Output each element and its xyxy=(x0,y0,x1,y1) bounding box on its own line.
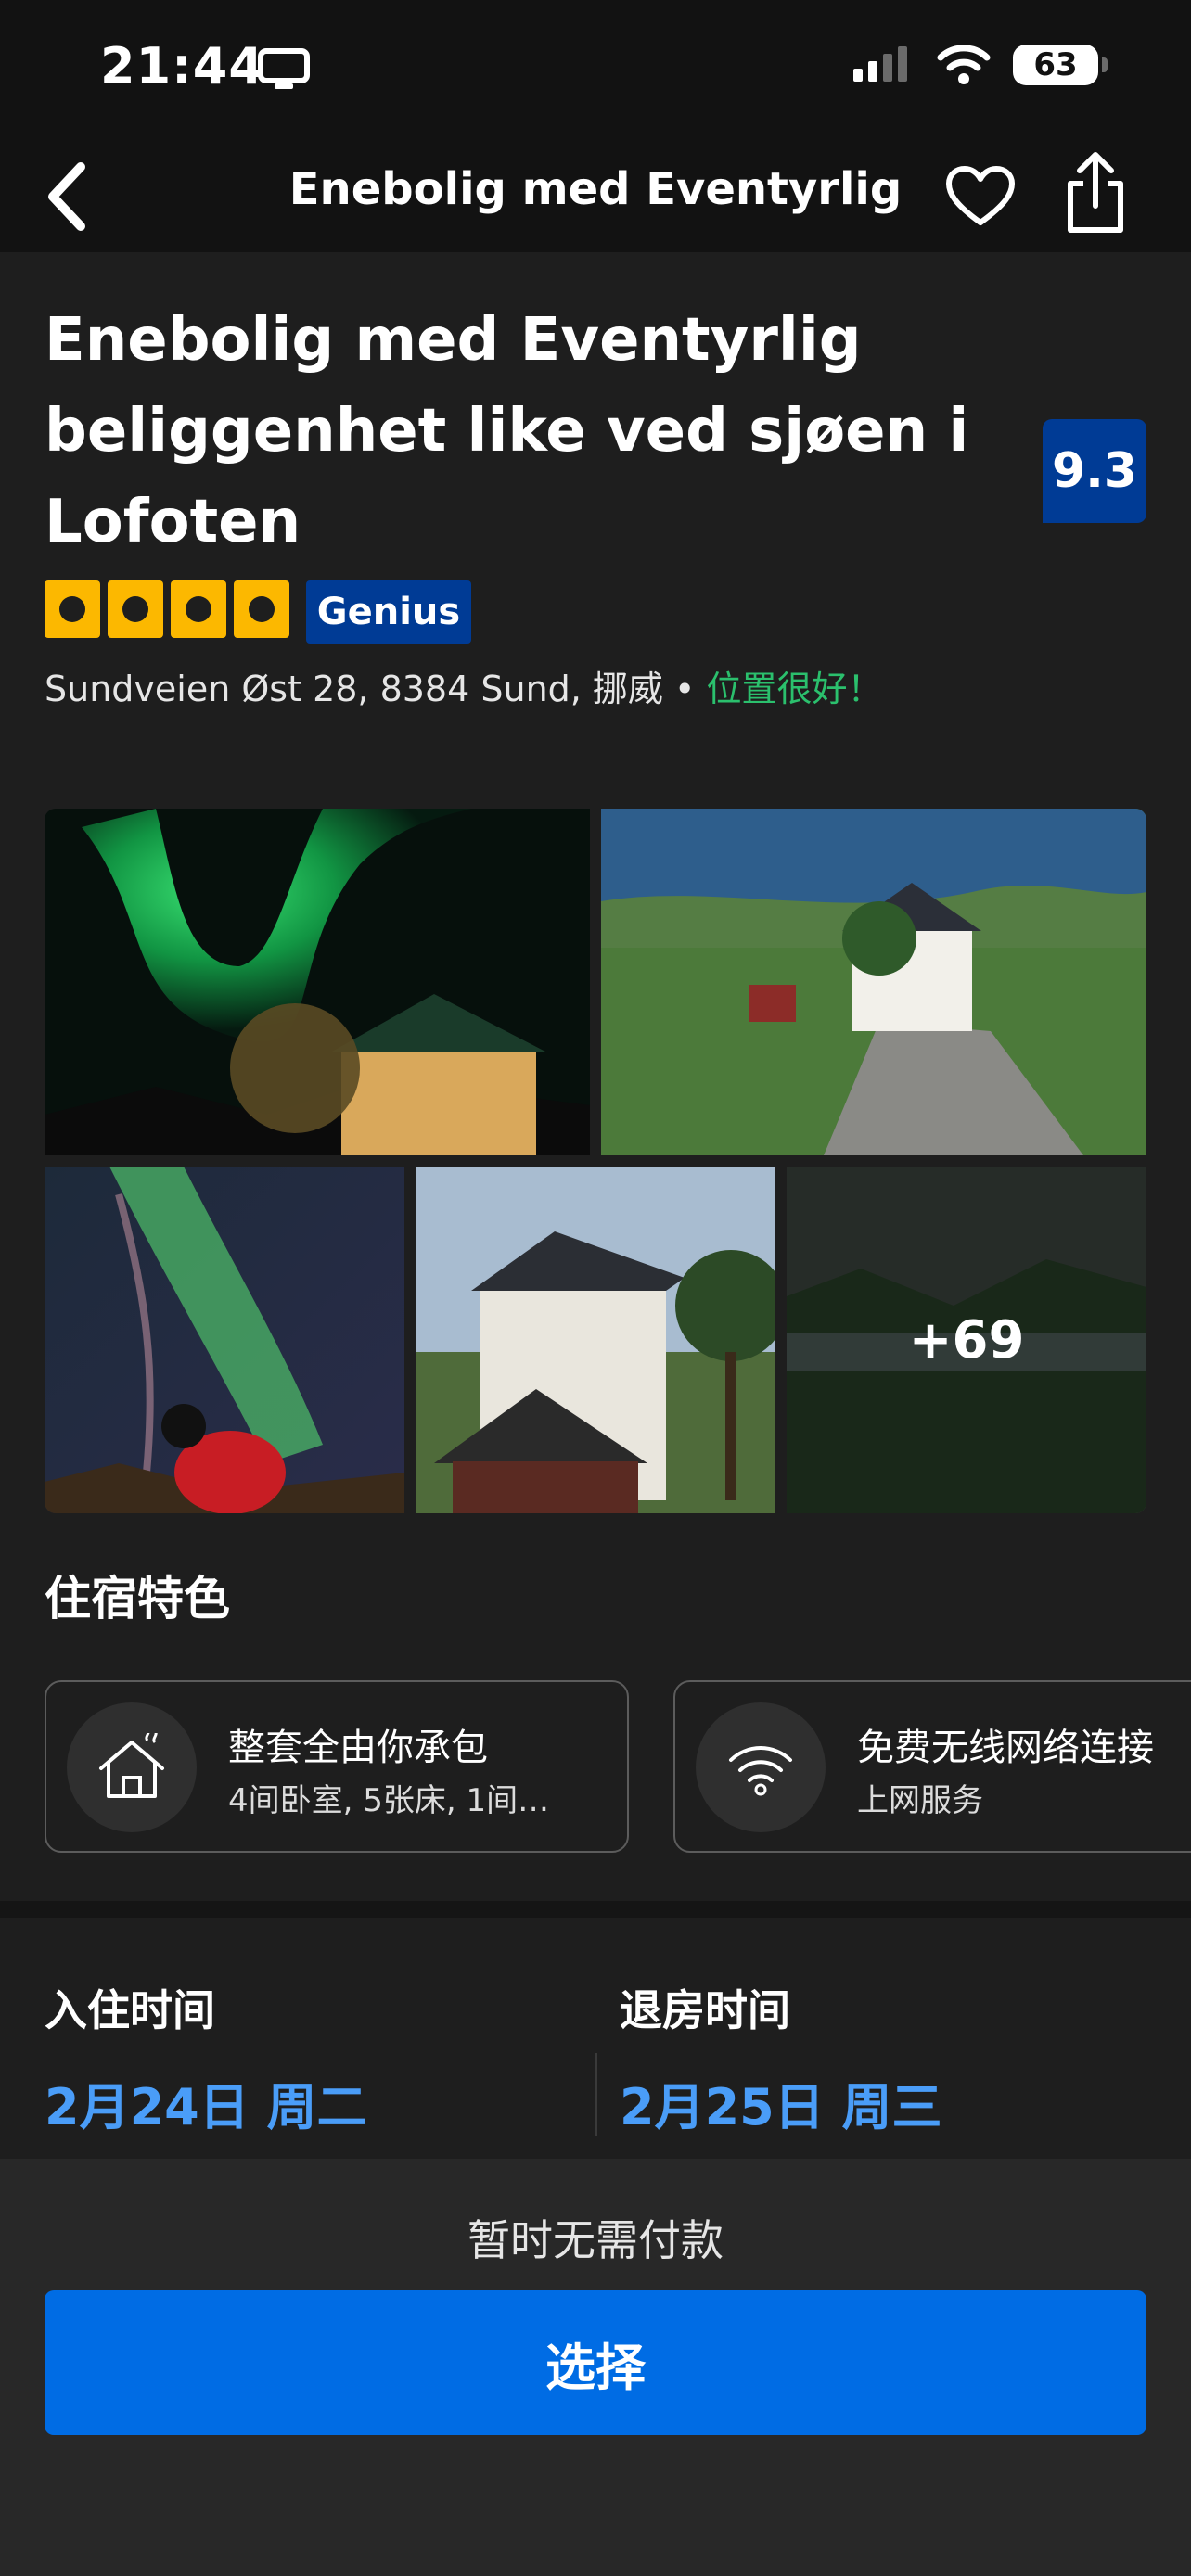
star-icon xyxy=(234,580,289,638)
battery-indicator: 63 xyxy=(1013,45,1108,85)
wifi-status-icon xyxy=(937,45,991,84)
cellular-signal-icon xyxy=(853,46,907,82)
property-details: Enebolig med Eventyrlig beliggenhet like… xyxy=(0,252,1191,1901)
features-heading: 住宿特色 xyxy=(45,1572,230,1626)
date-selector: 入住时间 2月24日 周二 退房时间 2月25日 周三 xyxy=(0,1918,1191,2159)
screen-mirroring-icon xyxy=(258,48,310,89)
no-payment-note: 暂时无需付款 xyxy=(467,2215,724,2265)
checkout-label: 退房时间 xyxy=(620,1985,790,2035)
house-icon xyxy=(67,1702,197,1832)
star-icon xyxy=(171,580,226,638)
location-rating-text: 位置很好！ xyxy=(706,669,883,709)
status-bar: 21:44 63 xyxy=(0,0,1191,139)
photo-house-exterior[interactable] xyxy=(416,1167,775,1513)
section-divider xyxy=(0,1901,1191,1918)
status-time: 21:44 xyxy=(100,37,264,96)
navigation-bar: Enebolig med Eventyrlig xyxy=(0,139,1191,252)
address-text: Sundveien Øst 28, 8384 Sund, 挪威 • xyxy=(45,669,707,709)
photo-house-by-sea[interactable] xyxy=(601,809,1146,1155)
date-separator xyxy=(596,2053,597,2136)
review-score-badge[interactable]: 9.3 xyxy=(1043,419,1146,523)
feature-subtitle: 上网服务 xyxy=(857,1782,983,1819)
share-button[interactable] xyxy=(1054,147,1137,239)
property-title: Enebolig med Eventyrlig beliggenhet like… xyxy=(45,306,969,556)
favorite-button[interactable] xyxy=(939,159,1022,234)
checkin-value: 2月24日 周二 xyxy=(45,2078,367,2136)
star-icon xyxy=(108,580,163,638)
star-rating xyxy=(45,580,289,638)
share-icon xyxy=(1068,152,1123,233)
select-button[interactable]: 选择 xyxy=(45,2290,1146,2435)
photo-aurora-house[interactable] xyxy=(45,809,590,1155)
heart-icon xyxy=(946,166,1015,225)
star-icon xyxy=(45,580,100,638)
checkin-label: 入住时间 xyxy=(45,1985,215,2035)
photo-person-aurora[interactable] xyxy=(45,1167,404,1513)
photo-gallery: +69 xyxy=(45,809,1146,1513)
more-photos-count: +69 xyxy=(787,1167,1146,1513)
photo-more[interactable]: +69 xyxy=(787,1167,1146,1513)
checkout-value: 2月25日 周三 xyxy=(620,2078,942,2136)
booking-footer: 暂时无需付款 选择 xyxy=(0,2159,1191,2576)
feature-subtitle: 4间卧室, 5张床, 1间… xyxy=(228,1782,550,1819)
feature-card-entire-home[interactable]: 整套全由你承包 4间卧室, 5张床, 1间… xyxy=(45,1680,629,1853)
feature-card-wifi[interactable]: 免费无线网络连接 上网服务 xyxy=(673,1680,1191,1853)
genius-badge[interactable]: Genius xyxy=(306,580,471,644)
property-address[interactable]: Sundveien Øst 28, 8384 Sund, 挪威 • 位置很好！ xyxy=(45,660,883,711)
feature-title: 免费无线网络连接 xyxy=(857,1727,1154,1769)
feature-title: 整套全由你承包 xyxy=(228,1727,488,1769)
wifi-icon xyxy=(696,1702,826,1832)
